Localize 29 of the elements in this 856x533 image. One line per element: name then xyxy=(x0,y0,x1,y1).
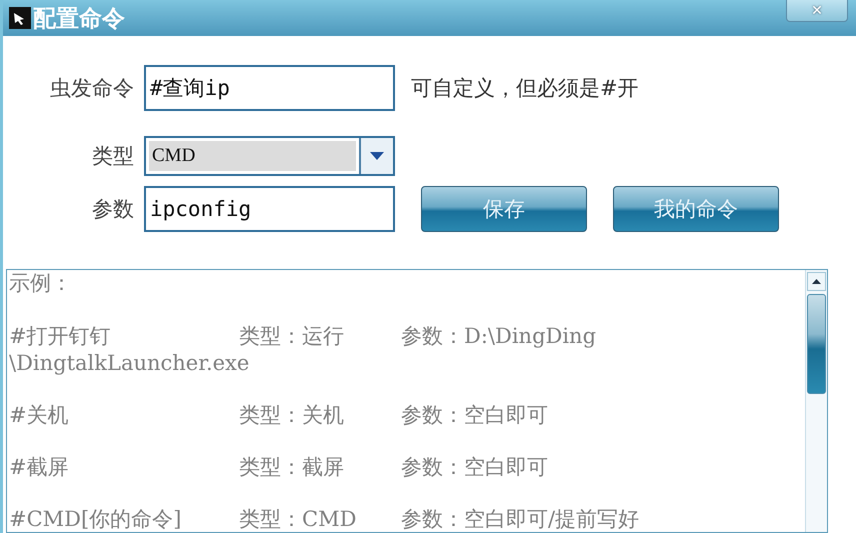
examples-heading: 示例： xyxy=(9,270,73,297)
parameter-field[interactable]: ipconfig xyxy=(144,186,395,232)
scroll-up-icon[interactable] xyxy=(807,272,826,291)
example-parameter: \DingtalkLauncher.exe xyxy=(9,350,250,377)
example-parameter: 参数：空白即可/提前写好 xyxy=(401,506,640,532)
scroll-thumb[interactable] xyxy=(807,294,826,394)
hint-text: 可自定义，但必须是#开 xyxy=(411,75,639,102)
my-commands-button[interactable]: 我的命令 xyxy=(613,186,779,232)
scrollbar[interactable] xyxy=(805,270,827,532)
field-label: 参数 xyxy=(91,196,134,223)
type-dropdown[interactable]: CMD xyxy=(144,136,395,176)
example-parameter: 参数：空白即可 xyxy=(401,454,549,481)
examples-text-area[interactable]: 示例： #打开钉钉 类型：运行 参数：D:\DingDing \DingtalkLauncher.exe #关机 类型：关机 参数：空白即可 #截屏 类型：截屏 参数：空白即可 #CMD[你的命令] 类型：CMD 参数：空白即可/提前写好 xyxy=(6,269,828,533)
example-command: #打开钉钉 xyxy=(9,323,112,350)
example-type: 类型：CMD xyxy=(239,506,358,532)
example-type: 类型：关机 xyxy=(239,402,345,429)
field-label: 虫发命令 xyxy=(49,75,134,102)
example-type: 类型：运行 xyxy=(239,323,345,350)
example-command: #CMD[你的命令] xyxy=(9,506,182,532)
field-label: 类型 xyxy=(91,143,134,170)
example-parameter: 参数：D:\DingDing xyxy=(401,323,598,350)
window-title: 配置命令 xyxy=(33,4,125,34)
example-command: #截屏 xyxy=(9,454,70,481)
example-parameter: 参数：空白即可 xyxy=(401,402,549,429)
trigger-command-field[interactable]: #查询ip xyxy=(144,65,395,111)
save-button[interactable]: 保存 xyxy=(421,186,587,232)
example-command: #关机 xyxy=(9,402,70,429)
example-type: 类型：截屏 xyxy=(239,454,345,481)
app-icon xyxy=(9,7,31,29)
